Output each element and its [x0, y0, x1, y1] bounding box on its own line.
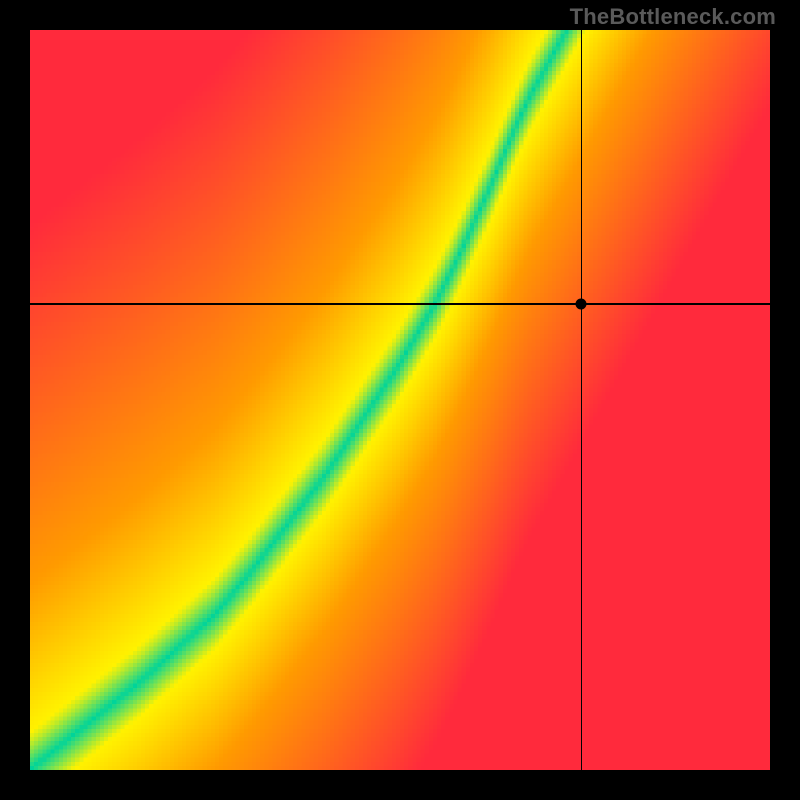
- marker-dot: [576, 298, 587, 309]
- chart-frame: TheBottleneck.com: [0, 0, 800, 800]
- crosshair-vertical: [581, 30, 583, 770]
- watermark-text: TheBottleneck.com: [570, 4, 776, 30]
- crosshair-horizontal: [30, 303, 770, 305]
- heatmap-canvas: [30, 30, 770, 770]
